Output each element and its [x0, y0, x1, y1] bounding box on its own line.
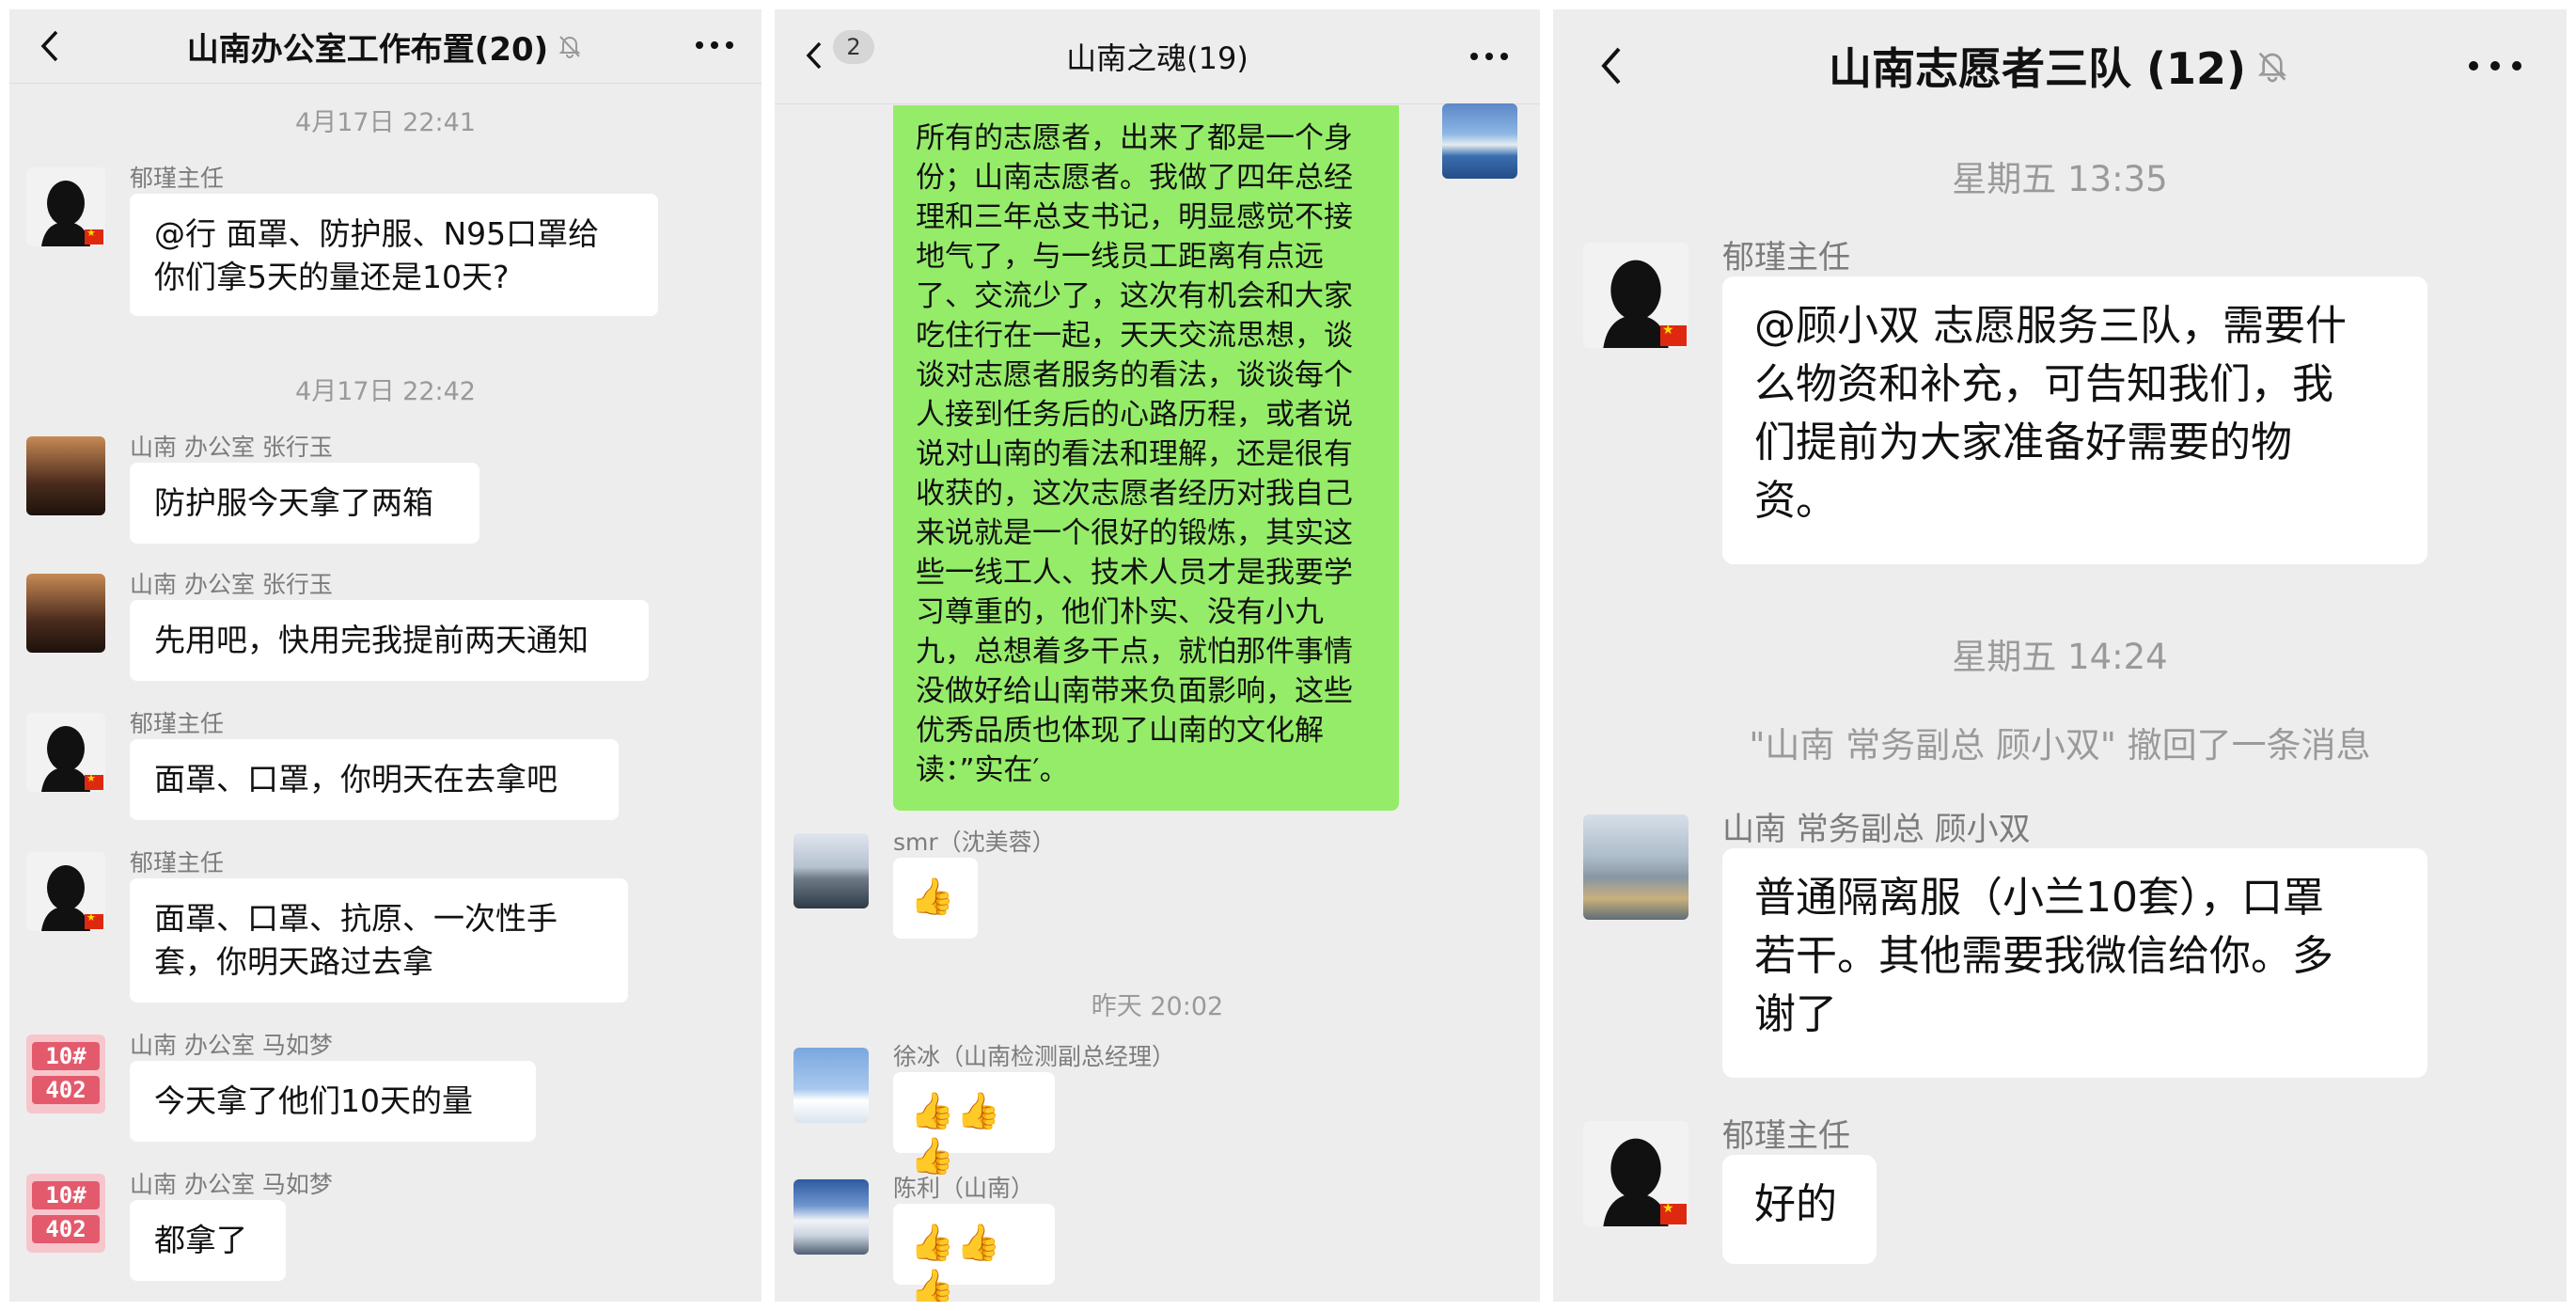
- sender-name: smr（沈美蓉）: [893, 829, 1056, 856]
- timestamp: 星期五 13:35: [1952, 159, 2168, 199]
- avatar[interactable]: [26, 574, 105, 653]
- sender-name: 山南 办公室 张行玉: [130, 571, 333, 598]
- more-options-icon[interactable]: [696, 26, 733, 64]
- message-bubble[interactable]: @行 面罩、防护服、N95口罩给 你们拿5天的量还是10天?: [130, 194, 658, 316]
- message-bubble[interactable]: 面罩、口罩、抗原、一次性手 套，你明天路过去拿: [130, 878, 628, 1003]
- sender-name: 徐冰（山南检测副总经理）: [893, 1043, 1176, 1070]
- thumbs-up-icon: 👍👍👍: [910, 1090, 1003, 1177]
- message-bubble[interactable]: 先用吧，快用完我提前两天通知: [130, 600, 649, 681]
- timestamp: 星期五 14:24: [1952, 637, 2168, 677]
- message-bubble[interactable]: 好的: [1722, 1155, 1877, 1264]
- chat-title: 山南之魂(19): [1066, 40, 1249, 76]
- avatar[interactable]: [26, 167, 105, 246]
- sender-name: 山南 办公室 马如梦: [130, 1032, 333, 1059]
- avatar[interactable]: [26, 852, 105, 931]
- message-bubble[interactable]: 👍👍👍: [893, 1072, 1055, 1177]
- sender-name: 陈利（山南）: [893, 1175, 1035, 1202]
- timestamp: 4月17日 22:41: [295, 108, 476, 137]
- flag-icon: [85, 911, 103, 929]
- avatar[interactable]: 10# 402: [26, 1174, 105, 1253]
- message-bubble[interactable]: 👍👍👍: [893, 1204, 1055, 1302]
- sender-name: 山南 办公室 马如梦: [130, 1171, 333, 1198]
- flag-icon: [85, 227, 103, 245]
- chat-panel-office: 山南办公室工作布置(20) 4月17日 22:41 郁瑾主任 @行 面罩、防护服…: [9, 9, 762, 1302]
- more-options-icon[interactable]: [1470, 38, 1508, 75]
- back-arrow-icon[interactable]: [28, 23, 75, 70]
- sender-name: 山南 常务副总 顾小双: [1722, 811, 2031, 848]
- chat-header: 山南办公室工作布置(20): [9, 9, 762, 84]
- message-bubble[interactable]: 普通隔离服（小兰10套），口罩 若干。其他需要我微信给你。多 谢了: [1722, 848, 2427, 1078]
- mute-bell-icon: [2257, 52, 2287, 83]
- avatar[interactable]: [26, 713, 105, 792]
- back-arrow-icon[interactable]: [1585, 38, 1641, 94]
- flag-icon: [1660, 1201, 1687, 1224]
- avatar[interactable]: 10# 402: [26, 1035, 105, 1114]
- avatar[interactable]: [26, 436, 105, 515]
- message-bubble[interactable]: @顾小双 志愿服务三队，需要什 么物资和补充，可告知我们，我 们提前为大家准备好需…: [1722, 276, 2427, 564]
- avatar[interactable]: [1583, 814, 1689, 920]
- sender-name: 郁瑾主任: [130, 849, 225, 877]
- timestamp: 昨天 20:02: [1091, 992, 1224, 1021]
- message-bubble[interactable]: 今天拿了他们10天的量: [130, 1061, 536, 1142]
- thumbs-up-icon: 👍👍👍: [910, 1222, 1003, 1302]
- chat-panel-volunteer-team: 山南志愿者三队 (12) 星期五 13:35 郁瑾主任 @顾小双 志愿服务三队，…: [1553, 9, 2567, 1302]
- unread-count-badge: 2: [833, 30, 874, 64]
- message-bubble[interactable]: 防护服今天拿了两箱: [130, 463, 479, 544]
- avatar[interactable]: [1583, 243, 1689, 348]
- sender-name: 郁瑾主任: [130, 165, 225, 192]
- chat-title: 山南办公室工作布置(20): [186, 30, 549, 69]
- mute-bell-icon: [558, 36, 581, 58]
- message-bubble[interactable]: 都拿了: [130, 1200, 286, 1281]
- back-arrow-icon[interactable]: [792, 32, 839, 79]
- chat-header: 2 山南之魂(19): [775, 9, 1540, 104]
- flag-icon: [1660, 323, 1687, 346]
- thumbs-up-icon: 👍: [910, 876, 957, 917]
- avatar[interactable]: [793, 833, 869, 908]
- message-bubble-self[interactable]: 所有的志愿者，出来了都是一个身 份；山南志愿者。我做了四年总经 理和三年总支书记，明…: [893, 105, 1399, 811]
- timestamp: 4月17日 22:42: [295, 377, 476, 406]
- message-bubble[interactable]: 👍: [893, 858, 978, 939]
- sender-name: 郁瑾主任: [130, 710, 225, 737]
- chat-title: 山南志愿者三队 (12): [1828, 43, 2247, 94]
- recall-notice: "山南 常务副总 顾小双" 撤回了一条消息: [1749, 725, 2371, 766]
- more-options-icon[interactable]: [2469, 47, 2521, 85]
- message-bubble[interactable]: 面罩、口罩，你明天在去拿吧: [130, 739, 619, 820]
- sender-name: 郁瑾主任: [1722, 1117, 1850, 1155]
- avatar[interactable]: [1583, 1121, 1689, 1226]
- sender-name: 山南 办公室 张行玉: [130, 434, 333, 461]
- avatar[interactable]: [793, 1048, 869, 1123]
- sender-name: 郁瑾主任: [1722, 239, 1850, 276]
- avatar[interactable]: [793, 1179, 869, 1255]
- chat-panel-shannan-soul: 2 山南之魂(19) 所有的志愿者，出来了都是一个身 份；山南志愿者。我做了四年总…: [775, 9, 1540, 1302]
- avatar-self[interactable]: [1442, 103, 1517, 179]
- chat-header: 山南志愿者三队 (12): [1553, 9, 2567, 122]
- flag-icon: [85, 772, 103, 790]
